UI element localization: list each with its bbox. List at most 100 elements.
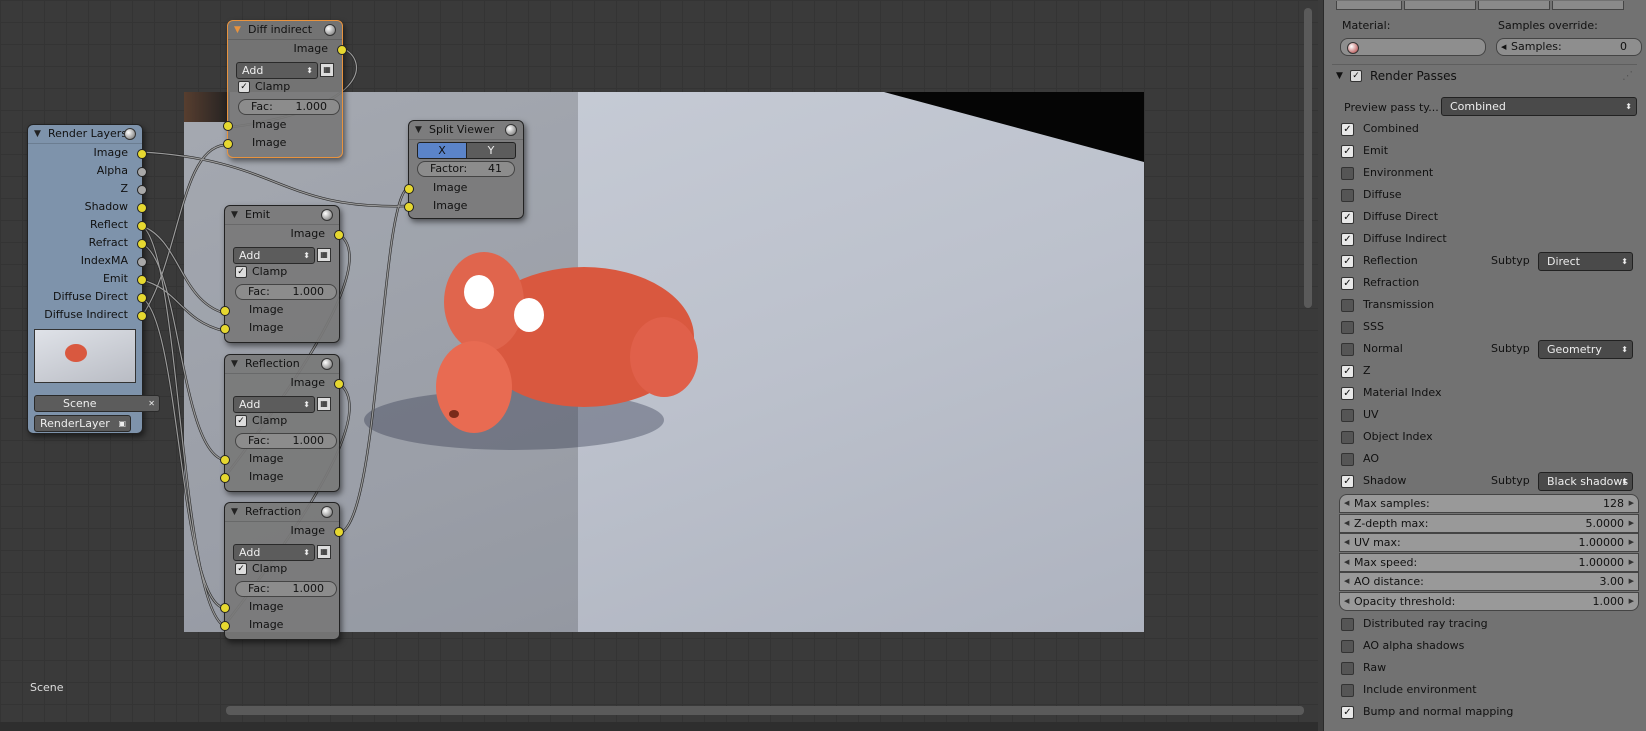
- alpha-icon[interactable]: ▦: [317, 397, 331, 411]
- left-arrow-icon[interactable]: ◀: [1344, 534, 1349, 551]
- right-arrow-icon[interactable]: ▶: [1629, 515, 1634, 532]
- socket-icon[interactable]: [137, 311, 147, 321]
- subtype-dropdown[interactable]: Black shadows ⬍: [1538, 472, 1633, 491]
- node-preview-icon[interactable]: [505, 124, 517, 136]
- pass-checkbox[interactable]: [1341, 342, 1354, 356]
- left-arrow-icon[interactable]: ◀: [1501, 39, 1506, 55]
- blend-mode-select[interactable]: Add ⬍: [233, 247, 315, 264]
- option-checkbox[interactable]: ✓: [1341, 705, 1354, 719]
- diff-indirect-mix-node[interactable]: ▼ Diff indirect Image Add ⬍ ▦ ✓ Clamp Fac: 1…: [223, 20, 347, 158]
- header-button[interactable]: [1552, 1, 1624, 10]
- right-arrow-icon[interactable]: ▶: [1629, 593, 1634, 610]
- socket-icon[interactable]: [137, 239, 147, 249]
- pass-checkbox[interactable]: [1341, 430, 1354, 444]
- collapse-arrow-icon[interactable]: ▼: [415, 121, 422, 139]
- pass-checkbox[interactable]: [1341, 452, 1354, 466]
- pass-checkbox[interactable]: [1341, 298, 1354, 312]
- option-row[interactable]: Include environment: [1341, 680, 1641, 700]
- pass-checkbox[interactable]: [1341, 408, 1354, 422]
- pass-row-reflection[interactable]: ✓ Reflection Subtyp Direct ⬍: [1341, 251, 1641, 271]
- collapse-arrow-icon[interactable]: ▼: [231, 206, 238, 224]
- fac-slider[interactable]: Fac: 1.000: [235, 433, 337, 449]
- right-arrow-icon[interactable]: ▶: [1629, 554, 1634, 571]
- split-viewer-node[interactable]: ▼ Split Viewer X Y Factor: 41 Image Image: [404, 120, 524, 219]
- node-preview-icon[interactable]: [321, 506, 333, 518]
- pass-checkbox[interactable]: ✓: [1341, 122, 1354, 136]
- left-arrow-icon[interactable]: ◀: [1344, 495, 1349, 512]
- option-checkbox[interactable]: [1341, 639, 1354, 653]
- node-header[interactable]: ▼ Emit: [225, 206, 339, 225]
- numeric-field[interactable]: ◀ Opacity threshold: 1.000 ▶: [1339, 591, 1639, 611]
- clamp-checkbox[interactable]: ✓ Clamp: [235, 265, 287, 278]
- option-row[interactable]: Distributed ray tracing: [1341, 614, 1641, 634]
- blend-mode-select[interactable]: Add ⬍: [233, 396, 315, 413]
- socket-icon[interactable]: [137, 185, 147, 195]
- header-button[interactable]: [1404, 1, 1476, 10]
- socket-icon[interactable]: [137, 149, 147, 159]
- node-preview-icon[interactable]: [324, 24, 336, 36]
- socket-icon[interactable]: [220, 324, 230, 334]
- subtype-dropdown[interactable]: Geometry ⬍: [1538, 340, 1633, 359]
- pass-checkbox[interactable]: ✓: [1341, 276, 1354, 290]
- pass-row-combined[interactable]: ✓ Combined: [1341, 119, 1641, 139]
- checkbox-icon[interactable]: ✓: [235, 266, 247, 278]
- preview-pass-dropdown[interactable]: Combined ⬍: [1441, 97, 1637, 116]
- pass-row-transmission[interactable]: Transmission: [1341, 295, 1641, 315]
- fac-slider[interactable]: Fac: 1.000: [235, 284, 337, 300]
- close-icon[interactable]: ✕: [148, 396, 155, 411]
- alpha-icon[interactable]: ▦: [320, 63, 334, 77]
- socket-icon[interactable]: [334, 230, 344, 240]
- socket-icon[interactable]: [137, 257, 147, 267]
- node-header[interactable]: ▼ Refraction: [225, 503, 339, 522]
- pass-checkbox[interactable]: [1341, 320, 1354, 334]
- scene-selector[interactable]: Scene ✕: [34, 395, 160, 412]
- samples-field[interactable]: ◀ Samples: 0: [1496, 38, 1642, 56]
- pass-row-uv[interactable]: UV: [1341, 405, 1641, 425]
- collapse-arrow-icon[interactable]: ▼: [234, 21, 241, 39]
- option-checkbox[interactable]: [1341, 683, 1354, 697]
- pass-checkbox[interactable]: ✓: [1341, 364, 1354, 378]
- horizontal-scrollbar[interactable]: [226, 706, 1304, 715]
- left-arrow-icon[interactable]: ◀: [1344, 554, 1349, 571]
- checkbox-icon[interactable]: ✓: [235, 415, 247, 427]
- socket-icon[interactable]: [334, 379, 344, 389]
- socket-icon[interactable]: [220, 455, 230, 465]
- left-arrow-icon[interactable]: ◀: [1344, 593, 1349, 610]
- drag-handle-icon[interactable]: ⋰: [1622, 65, 1633, 87]
- fac-slider[interactable]: Fac: 1.000: [235, 581, 337, 597]
- pass-row-refraction[interactable]: ✓ Refraction: [1341, 273, 1641, 293]
- node-header[interactable]: ▼ Diff indirect: [228, 21, 342, 40]
- subtype-dropdown[interactable]: Direct ⬍: [1538, 252, 1633, 271]
- pass-row-material-index[interactable]: ✓ Material Index: [1341, 383, 1641, 403]
- socket-icon[interactable]: [223, 121, 233, 131]
- socket-icon[interactable]: [220, 621, 230, 631]
- pass-checkbox[interactable]: ✓: [1341, 210, 1354, 224]
- node-preview-icon[interactable]: [321, 358, 333, 370]
- alpha-icon[interactable]: ▦: [317, 248, 331, 262]
- pass-checkbox[interactable]: ✓: [1341, 474, 1354, 488]
- socket-icon[interactable]: [220, 306, 230, 316]
- checkbox-icon[interactable]: ✓: [238, 81, 250, 93]
- socket-icon[interactable]: [334, 527, 344, 537]
- right-arrow-icon[interactable]: ▶: [1629, 534, 1634, 551]
- pass-row-diffuse[interactable]: Diffuse: [1341, 185, 1641, 205]
- collapse-arrow-icon[interactable]: ▼: [1336, 65, 1343, 87]
- option-checkbox[interactable]: [1341, 617, 1354, 631]
- numeric-field[interactable]: ◀ Max speed: 1.00000 ▶: [1339, 552, 1639, 572]
- clamp-checkbox[interactable]: ✓ Clamp: [235, 562, 287, 575]
- blend-mode-select[interactable]: Add ⬍: [236, 62, 318, 79]
- node-preview-icon[interactable]: [124, 128, 136, 140]
- left-arrow-icon[interactable]: ◀: [1344, 573, 1349, 590]
- option-row[interactable]: AO alpha shadows: [1341, 636, 1641, 656]
- socket-icon[interactable]: [137, 167, 147, 177]
- reflection-mix-node[interactable]: ▼ Reflection Image Add ⬍ ▦ ✓ Clamp Fac: 1.00…: [220, 354, 344, 492]
- socket-icon[interactable]: [137, 203, 147, 213]
- render-layers-node[interactable]: ▼ Render Layers Image Alpha Z Shadow Refl…: [27, 124, 160, 434]
- collapse-arrow-icon[interactable]: ▼: [34, 125, 41, 143]
- pass-checkbox[interactable]: ✓: [1341, 254, 1354, 268]
- left-arrow-icon[interactable]: ◀: [1344, 515, 1349, 532]
- vertical-scrollbar[interactable]: [1304, 8, 1312, 308]
- pass-checkbox[interactable]: [1341, 188, 1354, 202]
- pass-row-diffuse-indirect[interactable]: ✓ Diffuse Indirect: [1341, 229, 1641, 249]
- alpha-icon[interactable]: ▦: [317, 545, 331, 559]
